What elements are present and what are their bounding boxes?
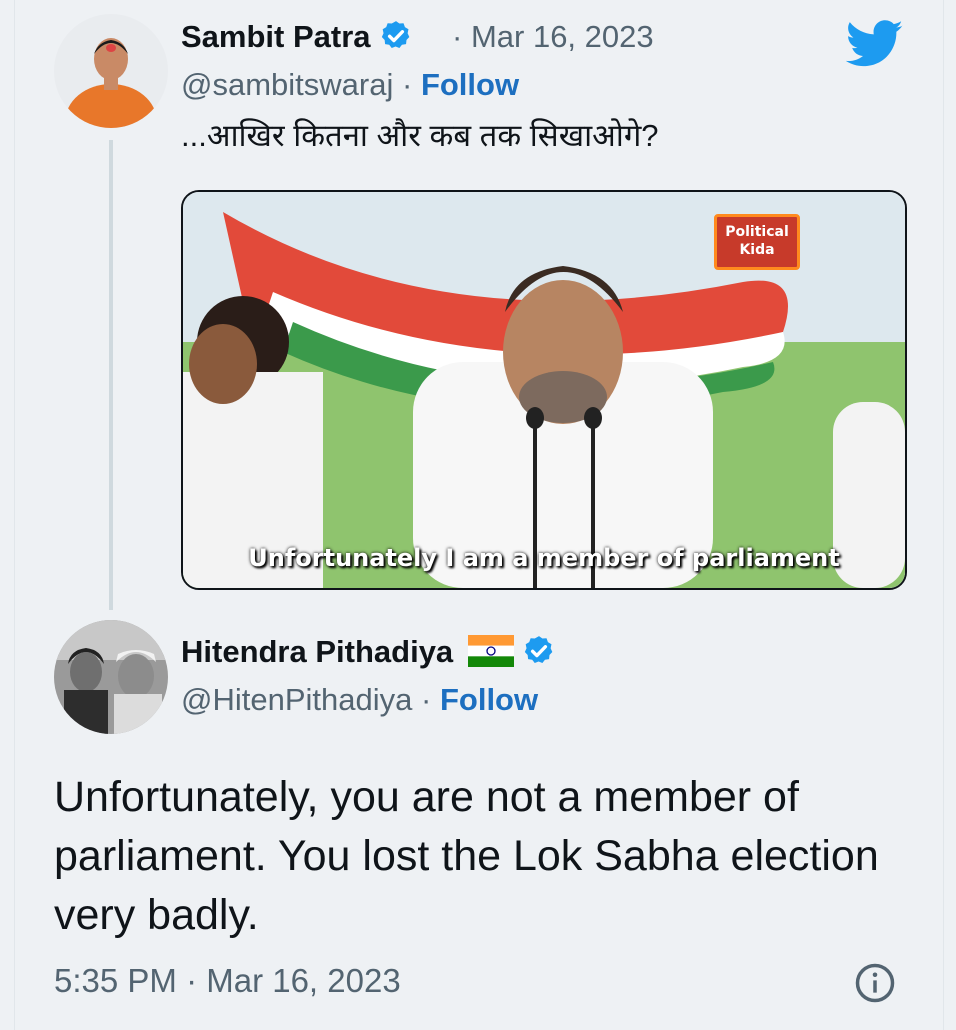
avatar-hitendra[interactable] bbox=[54, 620, 168, 734]
twitter-bird-icon[interactable] bbox=[846, 20, 904, 68]
verified-badge-icon bbox=[524, 636, 553, 664]
tweet-timestamp[interactable]: 5:35 PM · Mar 16, 2023 bbox=[54, 962, 401, 1000]
video-caption: Unfortunately I am a member of parliamen… bbox=[248, 544, 840, 572]
author-name[interactable]: Sambit Patra bbox=[181, 19, 413, 55]
tweet-date[interactable]: · Mar 16, 2023 bbox=[452, 19, 654, 55]
media-watermark: Political Kida bbox=[714, 214, 800, 270]
india-flag-icon bbox=[467, 635, 514, 667]
follow-button[interactable]: Follow bbox=[421, 67, 519, 102]
tweet-text: ...आखिर कितना और कब तक सिखाओगे? bbox=[181, 118, 659, 153]
author-handle[interactable]: @HitenPithadiya bbox=[181, 682, 412, 717]
avatar-sambit[interactable] bbox=[54, 14, 168, 128]
thread-connector bbox=[109, 140, 113, 610]
author-handle-line: @sambitswaraj · Follow bbox=[181, 67, 520, 102]
verified-badge-icon bbox=[381, 21, 409, 49]
tweet-text: Unfortunately, you are not a member of p… bbox=[54, 773, 879, 939]
author-handle[interactable]: @sambitswaraj bbox=[181, 67, 393, 102]
author-name[interactable]: Hitendra Pithadiya bbox=[181, 634, 556, 670]
follow-button[interactable]: Follow bbox=[440, 682, 538, 717]
author-handle-line: @HitenPithadiya · Follow bbox=[181, 682, 539, 717]
info-icon[interactable] bbox=[854, 962, 896, 1004]
